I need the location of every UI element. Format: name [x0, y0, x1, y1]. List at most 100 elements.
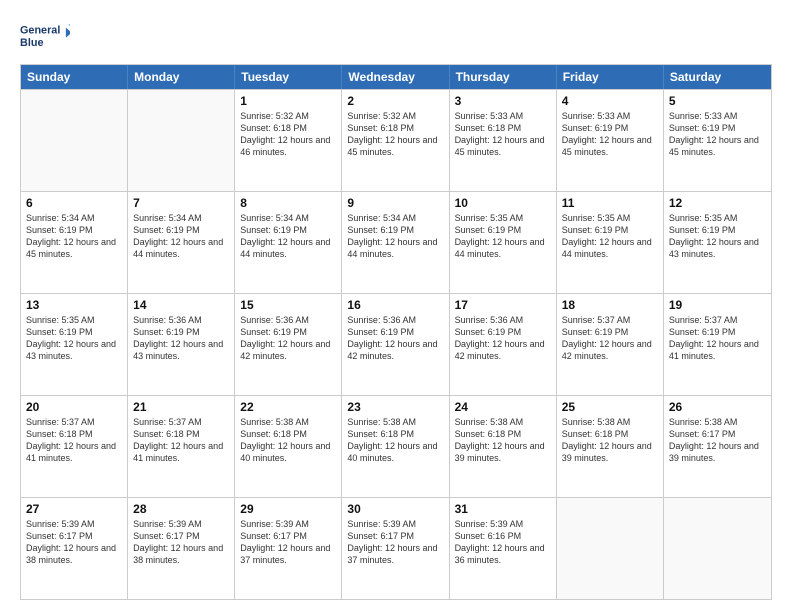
day-info: Sunrise: 5:34 AMSunset: 6:19 PMDaylight:…: [347, 212, 443, 261]
week-row-2: 6 Sunrise: 5:34 AMSunset: 6:19 PMDaylight…: [21, 191, 771, 293]
svg-text:General: General: [20, 25, 60, 37]
day-cell-16: 16 Sunrise: 5:36 AMSunset: 6:19 PMDayligh…: [342, 294, 449, 395]
page: General Blue SundayMondayTuesdayWednesda…: [0, 0, 792, 612]
svg-text:Blue: Blue: [20, 37, 43, 49]
day-number: 6: [26, 196, 122, 210]
day-number: 19: [669, 298, 766, 312]
day-cell-6: 6 Sunrise: 5:34 AMSunset: 6:19 PMDaylight…: [21, 192, 128, 293]
day-info: Sunrise: 5:37 AMSunset: 6:18 PMDaylight:…: [26, 416, 122, 465]
day-cell-22: 22 Sunrise: 5:38 AMSunset: 6:18 PMDayligh…: [235, 396, 342, 497]
day-cell-7: 7 Sunrise: 5:34 AMSunset: 6:19 PMDaylight…: [128, 192, 235, 293]
day-info: Sunrise: 5:36 AMSunset: 6:19 PMDaylight:…: [455, 314, 551, 363]
day-cell-24: 24Sunrise: 5:38 AMSunset: 6:18 PMDayligh…: [450, 396, 557, 497]
day-cell-19: 19 Sunrise: 5:37 AMSunset: 6:19 PMDayligh…: [664, 294, 771, 395]
day-cell-8: 8 Sunrise: 5:34 AMSunset: 6:19 PMDaylight…: [235, 192, 342, 293]
day-info: Sunrise: 5:38 AMSunset: 6:18 PMDaylight:…: [240, 416, 336, 465]
day-info: Sunrise: 5:37 AMSunset: 6:18 PMDaylight:…: [133, 416, 229, 465]
day-cell-30: 30Sunrise: 5:39 AMSunset: 6:17 PMDayligh…: [342, 498, 449, 599]
day-cell-31: 31Sunrise: 5:39 AMSunset: 6:16 PMDayligh…: [450, 498, 557, 599]
day-info: Sunrise: 5:35 AMSunset: 6:19 PMDaylight:…: [562, 212, 658, 261]
day-info: Sunrise: 5:32 AMSunset: 6:18 PMDaylight:…: [240, 110, 336, 159]
day-number: 17: [455, 298, 551, 312]
day-number: 12: [669, 196, 766, 210]
day-cell-10: 10 Sunrise: 5:35 AMSunset: 6:19 PMDayligh…: [450, 192, 557, 293]
day-info: Sunrise: 5:38 AMSunset: 6:17 PMDaylight:…: [669, 416, 766, 465]
day-cell-21: 21Sunrise: 5:37 AMSunset: 6:18 PMDayligh…: [128, 396, 235, 497]
day-cell-26: 26Sunrise: 5:38 AMSunset: 6:17 PMDayligh…: [664, 396, 771, 497]
day-info: Sunrise: 5:37 AMSunset: 6:19 PMDaylight:…: [669, 314, 766, 363]
day-info: Sunrise: 5:39 AMSunset: 6:16 PMDaylight:…: [455, 518, 551, 567]
day-header-wednesday: Wednesday: [342, 65, 449, 89]
day-cell-20: 20 Sunrise: 5:37 AMSunset: 6:18 PMDayligh…: [21, 396, 128, 497]
day-header-saturday: Saturday: [664, 65, 771, 89]
day-info: Sunrise: 5:34 AMSunset: 6:19 PMDaylight:…: [240, 212, 336, 261]
day-cell-23: 23 Sunrise: 5:38 AMSunset: 6:18 PMDayligh…: [342, 396, 449, 497]
week-row-3: 13 Sunrise: 5:35 AMSunset: 6:19 PMDayligh…: [21, 293, 771, 395]
empty-cell: [21, 90, 128, 191]
day-number: 2: [347, 94, 443, 108]
day-cell-13: 13 Sunrise: 5:35 AMSunset: 6:19 PMDayligh…: [21, 294, 128, 395]
day-info: Sunrise: 5:35 AMSunset: 6:19 PMDaylight:…: [455, 212, 551, 261]
calendar-body: 1 Sunrise: 5:32 AMSunset: 6:18 PMDaylight…: [21, 89, 771, 599]
day-info: Sunrise: 5:37 AMSunset: 6:19 PMDaylight:…: [562, 314, 658, 363]
day-number: 20: [26, 400, 122, 414]
day-number: 27: [26, 502, 122, 516]
day-number: 25: [562, 400, 658, 414]
day-number: 15: [240, 298, 336, 312]
day-cell-12: 12Sunrise: 5:35 AMSunset: 6:19 PMDayligh…: [664, 192, 771, 293]
day-cell-17: 17 Sunrise: 5:36 AMSunset: 6:19 PMDayligh…: [450, 294, 557, 395]
day-info: Sunrise: 5:34 AMSunset: 6:19 PMDaylight:…: [26, 212, 122, 261]
day-cell-25: 25 Sunrise: 5:38 AMSunset: 6:18 PMDayligh…: [557, 396, 664, 497]
empty-cell: [128, 90, 235, 191]
day-number: 28: [133, 502, 229, 516]
week-row-5: 27 Sunrise: 5:39 AMSunset: 6:17 PMDayligh…: [21, 497, 771, 599]
day-cell-3: 3Sunrise: 5:33 AMSunset: 6:18 PMDaylight…: [450, 90, 557, 191]
day-info: Sunrise: 5:36 AMSunset: 6:19 PMDaylight:…: [347, 314, 443, 363]
day-cell-14: 14Sunrise: 5:36 AMSunset: 6:19 PMDayligh…: [128, 294, 235, 395]
day-number: 8: [240, 196, 336, 210]
day-number: 5: [669, 94, 766, 108]
empty-cell: [557, 498, 664, 599]
day-number: 7: [133, 196, 229, 210]
day-number: 16: [347, 298, 443, 312]
day-number: 9: [347, 196, 443, 210]
week-row-1: 1 Sunrise: 5:32 AMSunset: 6:18 PMDaylight…: [21, 89, 771, 191]
day-cell-11: 11Sunrise: 5:35 AMSunset: 6:19 PMDayligh…: [557, 192, 664, 293]
day-info: Sunrise: 5:39 AMSunset: 6:17 PMDaylight:…: [133, 518, 229, 567]
day-header-sunday: Sunday: [21, 65, 128, 89]
day-info: Sunrise: 5:39 AMSunset: 6:17 PMDaylight:…: [26, 518, 122, 567]
week-row-4: 20 Sunrise: 5:37 AMSunset: 6:18 PMDayligh…: [21, 395, 771, 497]
day-number: 23: [347, 400, 443, 414]
day-info: Sunrise: 5:32 AMSunset: 6:18 PMDaylight:…: [347, 110, 443, 159]
logo: General Blue: [20, 16, 70, 56]
day-info: Sunrise: 5:36 AMSunset: 6:19 PMDaylight:…: [240, 314, 336, 363]
day-cell-4: 4 Sunrise: 5:33 AMSunset: 6:19 PMDaylight…: [557, 90, 664, 191]
day-info: Sunrise: 5:35 AMSunset: 6:19 PMDaylight:…: [26, 314, 122, 363]
day-info: Sunrise: 5:34 AMSunset: 6:19 PMDaylight:…: [133, 212, 229, 261]
day-info: Sunrise: 5:39 AMSunset: 6:17 PMDaylight:…: [240, 518, 336, 567]
day-number: 4: [562, 94, 658, 108]
day-info: Sunrise: 5:38 AMSunset: 6:18 PMDaylight:…: [347, 416, 443, 465]
day-number: 10: [455, 196, 551, 210]
day-cell-18: 18Sunrise: 5:37 AMSunset: 6:19 PMDayligh…: [557, 294, 664, 395]
logo-svg: General Blue: [20, 16, 70, 56]
day-number: 1: [240, 94, 336, 108]
day-number: 14: [133, 298, 229, 312]
day-cell-5: 5 Sunrise: 5:33 AMSunset: 6:19 PMDaylight…: [664, 90, 771, 191]
day-cell-29: 29 Sunrise: 5:39 AMSunset: 6:17 PMDayligh…: [235, 498, 342, 599]
day-info: Sunrise: 5:39 AMSunset: 6:17 PMDaylight:…: [347, 518, 443, 567]
day-number: 22: [240, 400, 336, 414]
header: General Blue: [20, 16, 772, 56]
day-cell-1: 1 Sunrise: 5:32 AMSunset: 6:18 PMDaylight…: [235, 90, 342, 191]
day-cell-9: 9 Sunrise: 5:34 AMSunset: 6:19 PMDaylight…: [342, 192, 449, 293]
day-number: 24: [455, 400, 551, 414]
day-info: Sunrise: 5:38 AMSunset: 6:18 PMDaylight:…: [562, 416, 658, 465]
day-number: 13: [26, 298, 122, 312]
day-info: Sunrise: 5:33 AMSunset: 6:19 PMDaylight:…: [669, 110, 766, 159]
day-header-thursday: Thursday: [450, 65, 557, 89]
day-cell-2: 2 Sunrise: 5:32 AMSunset: 6:18 PMDaylight…: [342, 90, 449, 191]
day-cell-27: 27 Sunrise: 5:39 AMSunset: 6:17 PMDayligh…: [21, 498, 128, 599]
day-number: 29: [240, 502, 336, 516]
day-info: Sunrise: 5:33 AMSunset: 6:19 PMDaylight:…: [562, 110, 658, 159]
day-cell-28: 28 Sunrise: 5:39 AMSunset: 6:17 PMDayligh…: [128, 498, 235, 599]
